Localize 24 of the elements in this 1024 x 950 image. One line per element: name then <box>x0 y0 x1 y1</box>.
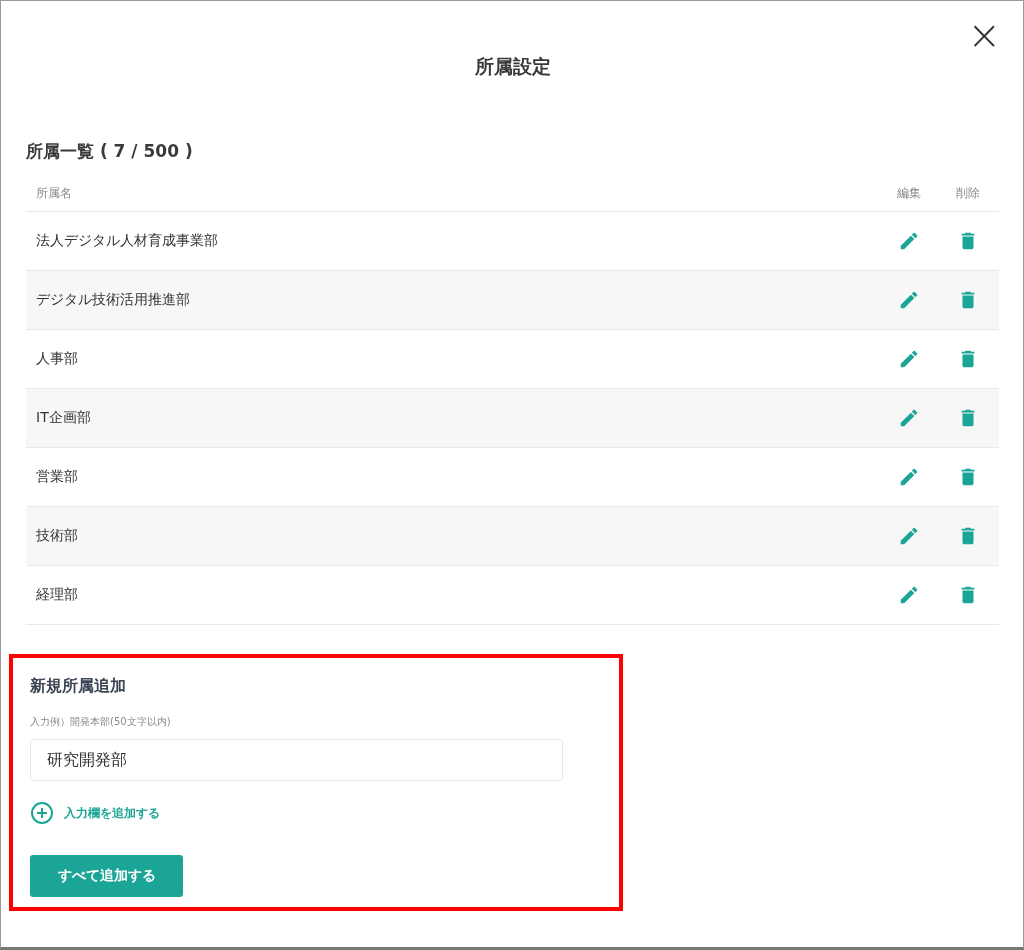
edit-icon[interactable] <box>898 407 920 429</box>
department-name: 経理部 <box>35 586 79 604</box>
close-button[interactable]: × <box>967 15 1001 55</box>
edit-icon[interactable] <box>898 584 920 606</box>
column-header: 所属名 <box>35 184 73 202</box>
column-header: 削除 <box>955 184 981 202</box>
section-heading: 新規所属追加 <box>30 676 127 697</box>
department-name: 技術部 <box>35 527 79 545</box>
department-name: IT企画部 <box>35 409 92 427</box>
department-name: 人事部 <box>35 350 79 368</box>
department-name: デジタル技術活用推進部 <box>35 291 191 309</box>
section-heading: 所属一覧 ( 7 / 500 ) <box>26 140 194 163</box>
edit-icon[interactable] <box>898 230 920 252</box>
plus-circle-icon[interactable] <box>30 801 54 825</box>
edit-icon[interactable] <box>898 348 920 370</box>
department-name: 営業部 <box>35 468 79 486</box>
input-field[interactable]: 研究開発部 <box>30 739 563 781</box>
field-label: 入力例）開発本部(50文字以内) <box>30 715 172 729</box>
dialog-title: 所属設定 <box>474 54 551 79</box>
edit-icon[interactable] <box>898 289 920 311</box>
department-name: 法人デジタル人材育成事業部 <box>35 232 219 250</box>
edit-icon[interactable] <box>898 525 920 547</box>
edit-icon[interactable] <box>898 466 920 488</box>
column-header: 編集 <box>896 184 922 202</box>
